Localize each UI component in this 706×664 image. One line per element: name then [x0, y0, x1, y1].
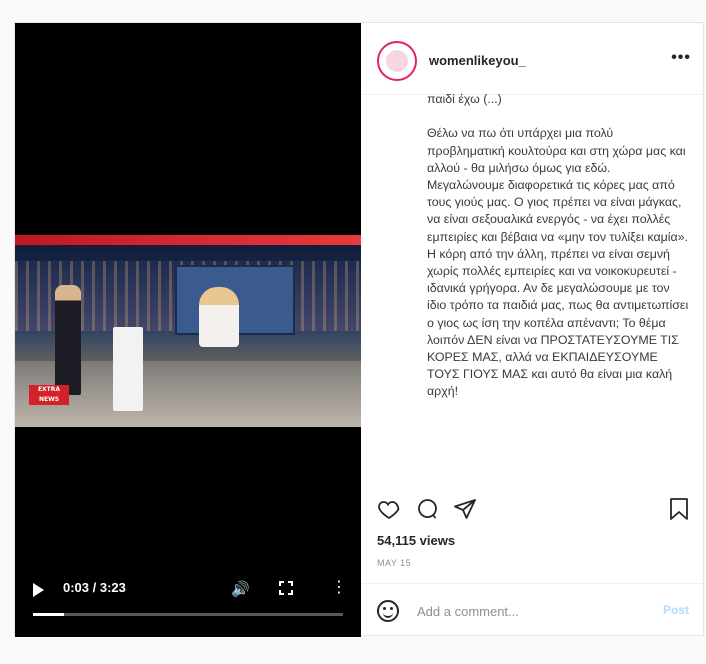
video-frame[interactable]: EXTRA NEWS [15, 235, 361, 427]
post-date[interactable]: MAY 15 [377, 558, 411, 568]
post-comment-button[interactable]: Post [663, 603, 689, 617]
post-header: womenlikeyou_ ••• [361, 23, 705, 95]
username-link[interactable]: womenlikeyou_ [429, 53, 526, 68]
video-player[interactable]: EXTRA NEWS 0:03 / 3:23 🔊 ⋮ [15, 23, 361, 637]
volume-icon[interactable]: 🔊 [231, 580, 250, 598]
heart-icon[interactable] [377, 497, 401, 521]
emoji-icon[interactable] [377, 600, 399, 622]
more-options-icon[interactable]: ••• [671, 49, 691, 67]
channel-logo: EXTRA NEWS [29, 385, 69, 405]
video-controls: 0:03 / 3:23 🔊 ⋮ [15, 571, 361, 611]
share-icon[interactable] [453, 497, 477, 521]
post-panel: womenlikeyou_ ••• παιδί έχω (...) Θέλω ν… [361, 23, 705, 637]
views-count[interactable]: 54,115 views [377, 533, 455, 548]
video-progress-fill [33, 613, 64, 616]
post-caption: παιδί έχω (...) Θέλω να πω ότι υπάρχει μ… [427, 92, 689, 399]
presenter-figure [55, 285, 81, 395]
bookmark-icon[interactable] [667, 497, 691, 521]
avatar[interactable] [377, 41, 417, 81]
video-time: 0:03 / 3:23 [63, 580, 126, 595]
comment-icon[interactable] [415, 497, 439, 521]
comment-input[interactable] [417, 600, 637, 622]
video-progress-bar[interactable] [33, 613, 343, 616]
play-icon[interactable] [33, 583, 44, 597]
news-anchor-figure [199, 287, 239, 347]
post-card: EXTRA NEWS 0:03 / 3:23 🔊 ⋮ womenlikeyou_… [14, 22, 705, 637]
avatar-image [386, 50, 408, 72]
more-vertical-icon[interactable]: ⋮ [331, 577, 347, 596]
comment-box: Post [361, 583, 705, 637]
fullscreen-icon[interactable] [279, 581, 293, 595]
studio-banner [15, 235, 361, 245]
action-bar [361, 493, 705, 533]
studio-desk [113, 327, 143, 411]
